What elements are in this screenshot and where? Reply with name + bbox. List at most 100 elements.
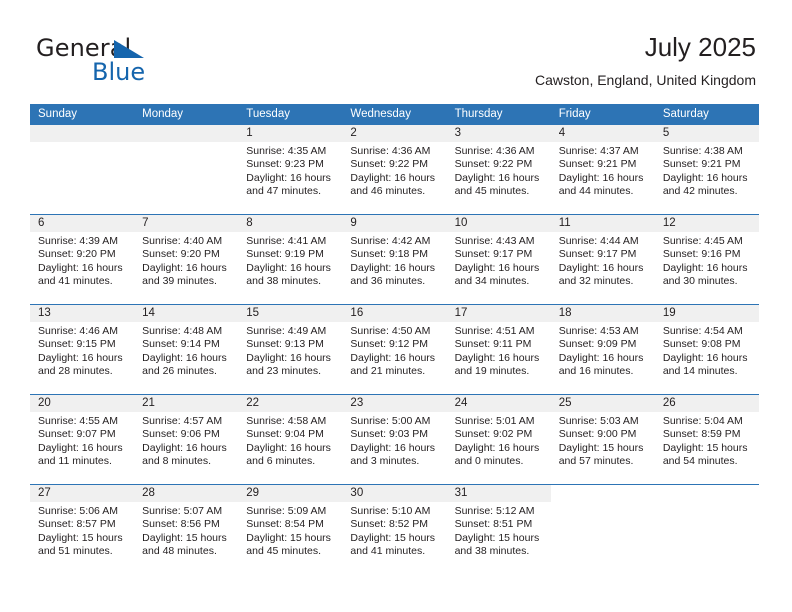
calendar-week-row: 20 Sunrise: 4:55 AM Sunset: 9:07 PM Dayligh… [30, 394, 759, 484]
sunset-text: Sunset: 9:03 PM [350, 428, 429, 441]
weekday-header-thursday: Thursday [454, 108, 503, 120]
calendar-day-cell[interactable]: 15 Sunrise: 4:49 AM Sunset: 9:13 PM Dayligh… [238, 305, 343, 394]
daylight-text-line2: and 8 minutes. [142, 455, 212, 468]
sunset-text: Sunset: 9:07 PM [38, 428, 116, 441]
sunset-text: Sunset: 8:59 PM [662, 428, 741, 441]
sunrise-text: Sunrise: 4:49 AM [246, 325, 327, 337]
daylight-text-line1: Daylight: 16 hours [454, 171, 540, 184]
daylight-text-line1: Daylight: 16 hours [662, 261, 748, 274]
calendar-day-cell[interactable]: 24 Sunrise: 5:01 AM Sunset: 9:02 PM Dayligh… [446, 395, 551, 484]
calendar-day-cell[interactable]: 20 Sunrise: 4:55 AM Sunset: 9:07 PM Dayligh… [30, 395, 135, 484]
sunrise-text: Sunrise: 4:36 AM [350, 145, 431, 157]
sun-info: Sunrise: 4:35 AM Sunset: 9:23 PM Daylight:… [238, 142, 342, 199]
daylight-text-line2: and 3 minutes. [350, 455, 420, 468]
sunset-text: Sunset: 9:06 PM [142, 428, 220, 441]
calendar-day-cell[interactable]: 31 Sunrise: 5:12 AM Sunset: 8:51 PM Dayligh… [446, 485, 551, 574]
day-number: 24 [446, 395, 551, 412]
calendar-day-cell[interactable]: 22 Sunrise: 4:58 AM Sunset: 9:04 PM Dayligh… [238, 395, 343, 484]
weekday-header-sunday: Sunday [38, 108, 78, 120]
calendar-day-cell[interactable]: 14 Sunrise: 4:48 AM Sunset: 9:14 PM Dayligh… [134, 305, 239, 394]
sun-info: Sunrise: 5:06 AM Sunset: 8:57 PM Daylight:… [30, 502, 134, 559]
daylight-text-line1: Daylight: 15 hours [662, 441, 748, 454]
calendar-day-cell[interactable]: 7 Sunrise: 4:40 AM Sunset: 9:20 PM Daylight… [134, 215, 239, 304]
sunset-text: Sunset: 8:57 PM [38, 518, 116, 531]
day-number: 10 [446, 215, 551, 232]
daylight-text-line2: and 30 minutes. [662, 275, 738, 288]
daylight-text-line1: Daylight: 15 hours [350, 531, 436, 544]
sun-info: Sunrise: 4:55 AM Sunset: 9:07 PM Daylight:… [30, 412, 134, 469]
calendar-day-cell[interactable]: 6 Sunrise: 4:39 AM Sunset: 9:20 PM Daylight… [30, 215, 135, 304]
daylight-text-line1: Daylight: 15 hours [142, 531, 227, 544]
calendar-day-cell[interactable]: 4 Sunrise: 4:37 AM Sunset: 9:21 PM Daylight… [550, 125, 655, 214]
calendar-day-cell[interactable]: 21 Sunrise: 4:57 AM Sunset: 9:06 PM Dayligh… [134, 395, 239, 484]
calendar-day-cell[interactable]: 27 Sunrise: 5:06 AM Sunset: 8:57 PM Dayligh… [30, 485, 135, 574]
daylight-text-line2: and 16 minutes. [558, 365, 634, 378]
daylight-text-line2: and 21 minutes. [350, 365, 426, 378]
daylight-text-line2: and 38 minutes. [246, 275, 321, 288]
calendar-empty-cell [30, 125, 135, 214]
page-title: July 2025 [644, 32, 756, 62]
calendar-day-cell[interactable]: 13 Sunrise: 4:46 AM Sunset: 9:15 PM Dayligh… [30, 305, 135, 394]
calendar-day-cell[interactable]: 11 Sunrise: 4:44 AM Sunset: 9:17 PM Dayligh… [550, 215, 655, 304]
daylight-text-line2: and 41 minutes. [350, 545, 426, 558]
calendar-day-cell[interactable]: 18 Sunrise: 4:53 AM Sunset: 9:09 PM Dayligh… [550, 305, 655, 394]
calendar-day-cell[interactable]: 25 Sunrise: 5:03 AM Sunset: 9:00 PM Dayligh… [550, 395, 655, 484]
calendar-day-cell[interactable]: 23 Sunrise: 5:00 AM Sunset: 9:03 PM Dayligh… [342, 395, 447, 484]
sunrise-text: Sunrise: 5:12 AM [454, 505, 535, 517]
daylight-text-line1: Daylight: 16 hours [662, 351, 748, 364]
sun-info: Sunrise: 4:38 AM Sunset: 9:21 PM Daylight:… [655, 142, 759, 199]
day-number: 16 [342, 305, 447, 322]
calendar-day-cell[interactable]: 19 Sunrise: 4:54 AM Sunset: 9:08 PM Dayligh… [654, 305, 759, 394]
sunset-text: Sunset: 9:20 PM [142, 248, 220, 261]
calendar-day-cell[interactable]: 28 Sunrise: 5:07 AM Sunset: 8:56 PM Dayligh… [134, 485, 239, 574]
sunrise-text: Sunrise: 5:00 AM [350, 415, 431, 427]
calendar-page: General Blue July 2025 Cawston, England,… [0, 0, 792, 612]
daylight-text-line1: Daylight: 16 hours [246, 441, 331, 454]
sunset-text: Sunset: 9:17 PM [454, 248, 533, 261]
sunset-text: Sunset: 9:20 PM [38, 248, 116, 261]
sunrise-text: Sunrise: 4:54 AM [662, 325, 743, 337]
daylight-text-line1: Daylight: 16 hours [350, 441, 436, 454]
calendar-week-row: 6 Sunrise: 4:39 AM Sunset: 9:20 PM Daylight… [30, 214, 759, 304]
sunrise-text: Sunrise: 4:41 AM [246, 235, 327, 247]
daylight-text-line1: Daylight: 16 hours [350, 351, 436, 364]
calendar-day-cell[interactable]: 3 Sunrise: 4:36 AM Sunset: 9:22 PM Daylight… [446, 125, 551, 214]
daylight-text-line2: and 11 minutes. [38, 455, 112, 468]
calendar-day-cell[interactable]: 1 Sunrise: 4:35 AM Sunset: 9:23 PM Daylight… [238, 125, 343, 214]
calendar-day-cell[interactable]: 2 Sunrise: 4:36 AM Sunset: 9:22 PM Daylight… [342, 125, 447, 214]
sunset-text: Sunset: 9:18 PM [350, 248, 429, 261]
sun-info: Sunrise: 4:50 AM Sunset: 9:12 PM Daylight:… [342, 322, 446, 379]
day-number: 27 [30, 485, 135, 502]
daylight-text-line2: and 19 minutes. [454, 365, 530, 378]
calendar-day-cell[interactable]: 8 Sunrise: 4:41 AM Sunset: 9:19 PM Daylight… [238, 215, 343, 304]
weekday-header-tuesday: Tuesday [246, 108, 290, 120]
daylight-text-line1: Daylight: 16 hours [38, 351, 123, 364]
calendar-day-cell[interactable]: 9 Sunrise: 4:42 AM Sunset: 9:18 PM Daylight… [342, 215, 447, 304]
day-number: 1 [238, 125, 343, 142]
sunrise-text: Sunrise: 4:42 AM [350, 235, 431, 247]
calendar-day-cell[interactable]: 17 Sunrise: 4:51 AM Sunset: 9:11 PM Dayligh… [446, 305, 551, 394]
calendar-day-cell[interactable]: 16 Sunrise: 4:50 AM Sunset: 9:12 PM Dayligh… [342, 305, 447, 394]
daylight-text-line2: and 54 minutes. [662, 455, 738, 468]
sunrise-text: Sunrise: 4:53 AM [558, 325, 639, 337]
day-number [655, 485, 759, 502]
weekday-header-saturday: Saturday [662, 108, 709, 120]
daylight-text-line2: and 51 minutes. [38, 545, 113, 558]
calendar-day-cell[interactable]: 10 Sunrise: 4:43 AM Sunset: 9:17 PM Dayligh… [446, 215, 551, 304]
sunrise-text: Sunrise: 4:48 AM [142, 325, 223, 337]
day-number: 17 [446, 305, 551, 322]
day-number: 13 [30, 305, 135, 322]
calendar-day-cell[interactable]: 30 Sunrise: 5:10 AM Sunset: 8:52 PM Dayligh… [342, 485, 447, 574]
calendar-day-cell[interactable]: 26 Sunrise: 5:04 AM Sunset: 8:59 PM Dayligh… [654, 395, 759, 484]
sunrise-text: Sunrise: 5:07 AM [142, 505, 223, 517]
sun-info: Sunrise: 4:43 AM Sunset: 9:17 PM Daylight:… [447, 232, 551, 289]
sunset-text: Sunset: 9:09 PM [558, 338, 637, 351]
calendar-day-cell[interactable]: 12 Sunrise: 4:45 AM Sunset: 9:16 PM Dayligh… [654, 215, 759, 304]
sun-info: Sunrise: 4:36 AM Sunset: 9:22 PM Daylight:… [342, 142, 446, 199]
calendar-day-cell[interactable]: 5 Sunrise: 4:38 AM Sunset: 9:21 PM Daylight… [654, 125, 759, 214]
daylight-text-line2: and 42 minutes. [662, 185, 738, 198]
daylight-text-line2: and 57 minutes. [558, 455, 634, 468]
sunset-text: Sunset: 9:04 PM [246, 428, 324, 441]
daylight-text-line1: Daylight: 16 hours [246, 171, 331, 184]
calendar-day-cell[interactable]: 29 Sunrise: 5:09 AM Sunset: 8:54 PM Dayligh… [238, 485, 343, 574]
